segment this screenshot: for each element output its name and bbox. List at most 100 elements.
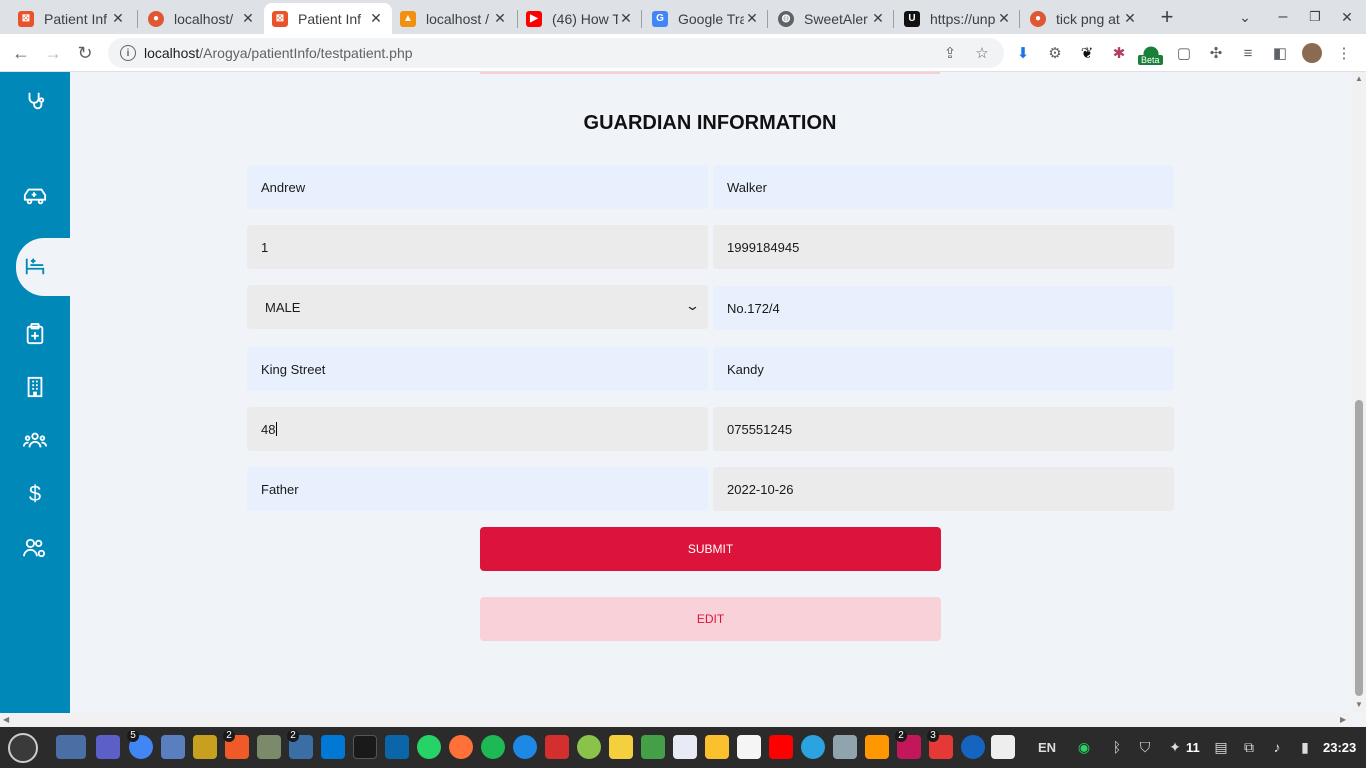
address-number-input[interactable]: No.172/4 <box>713 286 1174 330</box>
minimize-icon[interactable]: – <box>1270 4 1296 30</box>
blank-file-icon[interactable] <box>737 735 761 759</box>
forward-arrow-icon[interactable]: → <box>40 40 66 66</box>
show-desktop-icon[interactable] <box>56 735 86 759</box>
bluetooth-tray-icon[interactable]: ᛒ <box>1108 738 1126 756</box>
sublime-icon[interactable] <box>193 735 217 759</box>
document-icon[interactable] <box>673 735 697 759</box>
location-icon[interactable] <box>513 735 537 759</box>
scroll-right-arrow-icon[interactable]: ▶ <box>1340 715 1346 724</box>
phone-input[interactable]: 075551245 <box>713 407 1174 451</box>
language-indicator[interactable]: EN <box>1038 740 1056 755</box>
city-input[interactable]: Kandy <box>713 347 1174 391</box>
camera-icon[interactable] <box>833 735 857 759</box>
user-settings-icon[interactable] <box>18 531 52 565</box>
last-name-input[interactable]: Walker <box>713 165 1174 209</box>
tab-patient-info-active[interactable]: ⊠ Patient Inf ✕ <box>264 3 392 34</box>
extensions-puzzle-icon[interactable]: ✣ <box>1206 43 1226 63</box>
whatsapp-icon[interactable] <box>417 735 441 759</box>
tab-phpmyadmin[interactable]: ▲ localhost / ✕ <box>392 3 516 34</box>
telegram-icon[interactable] <box>801 735 825 759</box>
tools-icon[interactable] <box>257 735 281 759</box>
extension-bug-icon[interactable]: ✱ <box>1109 43 1129 63</box>
teams-icon[interactable] <box>96 735 120 759</box>
street-input[interactable]: King Street <box>247 347 708 391</box>
shield-tray-icon[interactable]: ⛉ <box>1136 738 1154 756</box>
close-icon[interactable]: ✕ <box>618 10 634 27</box>
terminal-icon[interactable] <box>353 735 377 759</box>
network-app-icon[interactable] <box>865 735 889 759</box>
close-icon[interactable]: ✕ <box>1122 10 1138 27</box>
network-tray-icon[interactable]: ⧉ <box>1240 738 1258 756</box>
bluetooth-app-icon[interactable] <box>961 735 985 759</box>
layers-icon[interactable] <box>641 735 665 759</box>
stethoscope-icon[interactable] <box>18 84 52 118</box>
vertical-scrollbar[interactable]: ▲ ▼ <box>1352 72 1366 713</box>
system-monitor-icon[interactable] <box>385 735 409 759</box>
close-icon[interactable]: ✕ <box>492 10 508 27</box>
nic-input[interactable]: 1999184945 <box>713 225 1174 269</box>
youtube-app-icon[interactable] <box>769 735 793 759</box>
clipboard-tray-icon[interactable]: ▤ <box>1212 738 1230 756</box>
clipboard-plus-icon[interactable] <box>18 317 52 351</box>
age-input[interactable]: 48 <box>247 407 708 451</box>
edit-button[interactable]: EDIT <box>480 597 941 641</box>
tab-google-translate[interactable]: G Google Tra ✕ <box>644 3 768 34</box>
extension-doc-icon[interactable]: ▢ <box>1174 43 1194 63</box>
title-number-input[interactable]: 1 <box>247 225 708 269</box>
back-arrow-icon[interactable]: ← <box>8 40 34 66</box>
filezilla-icon[interactable] <box>545 735 569 759</box>
clock[interactable]: 23:23 <box>1323 740 1356 755</box>
close-icon[interactable]: ✕ <box>240 10 256 27</box>
tab-unpkg[interactable]: U https://unp ✕ <box>896 3 1020 34</box>
users-group-icon[interactable] <box>18 423 52 457</box>
files-icon[interactable] <box>161 735 185 759</box>
tab-sweetalert[interactable]: ◍ SweetAler ✕ <box>770 3 894 34</box>
music-tray-icon[interactable]: ♪ <box>1268 738 1286 756</box>
hospital-bed-icon[interactable] <box>18 249 52 283</box>
scroll-left-arrow-icon[interactable]: ◀ <box>3 715 9 724</box>
tab-localhost-1[interactable]: ● localhost/ ✕ <box>140 3 264 34</box>
settings-gear-icon[interactable] <box>991 735 1015 759</box>
menu-kebab-icon[interactable]: ⋮ <box>1334 43 1354 63</box>
firefox-icon[interactable] <box>449 735 473 759</box>
extension-gear-icon[interactable]: ⚙ <box>1045 43 1065 63</box>
volume-tray-icon[interactable]: ✦ <box>1166 738 1184 756</box>
mint-menu-icon[interactable] <box>8 733 38 763</box>
restore-icon[interactable]: ❐ <box>1302 4 1328 30</box>
submit-button[interactable]: SUBMIT <box>480 527 941 571</box>
whatsapp-tray-icon[interactable]: ◉ <box>1075 738 1093 756</box>
building-icon[interactable] <box>18 370 52 404</box>
media-control-icon[interactable]: ≡ <box>1238 43 1258 63</box>
relationship-input[interactable]: Father <box>247 467 708 511</box>
diagram-icon[interactable] <box>705 735 729 759</box>
bookmark-star-icon[interactable]: ☆ <box>972 43 992 63</box>
first-name-input[interactable]: Andrew <box>247 165 708 209</box>
address-bar[interactable]: i localhost/Arogya/patientInfo/testpatie… <box>108 38 1004 68</box>
close-icon[interactable]: ✕ <box>744 10 760 27</box>
date-input[interactable]: 2022-10-26 <box>713 467 1174 511</box>
tab-youtube[interactable]: ▶ (46) How T ✕ <box>518 3 642 34</box>
vscode-icon[interactable] <box>321 735 345 759</box>
tab-tick-png[interactable]: ● tick png at ✕ <box>1022 3 1146 34</box>
close-icon[interactable]: ✕ <box>110 10 126 27</box>
notes-icon[interactable] <box>609 735 633 759</box>
scroll-up-arrow-icon[interactable]: ▲ <box>1355 74 1363 83</box>
close-icon[interactable]: ✕ <box>996 10 1012 27</box>
spotify-icon[interactable] <box>481 735 505 759</box>
download-icon[interactable]: ⬇ <box>1013 43 1033 63</box>
share-icon[interactable]: ⇪ <box>940 43 960 63</box>
horizontal-scrollbar[interactable]: ◀ ▶ <box>0 713 1352 727</box>
vertical-scroll-thumb[interactable] <box>1355 400 1363 696</box>
new-tab-plus-icon[interactable]: + <box>1154 4 1180 30</box>
close-icon[interactable]: ✕ <box>368 10 384 27</box>
side-panel-icon[interactable]: ◧ <box>1270 43 1290 63</box>
reload-icon[interactable]: ↻ <box>72 40 98 66</box>
gender-select[interactable]: MALE ⌄ <box>247 285 708 329</box>
calculator-icon[interactable] <box>577 735 601 759</box>
battery-tray-icon[interactable]: ▮ <box>1296 738 1314 756</box>
site-info-icon[interactable]: i <box>120 45 136 61</box>
scroll-down-arrow-icon[interactable]: ▼ <box>1355 700 1363 709</box>
profile-avatar[interactable] <box>1302 43 1322 63</box>
dollar-icon[interactable]: $ <box>18 477 52 511</box>
tab-search-chevron-icon[interactable]: ⌄ <box>1232 4 1258 30</box>
